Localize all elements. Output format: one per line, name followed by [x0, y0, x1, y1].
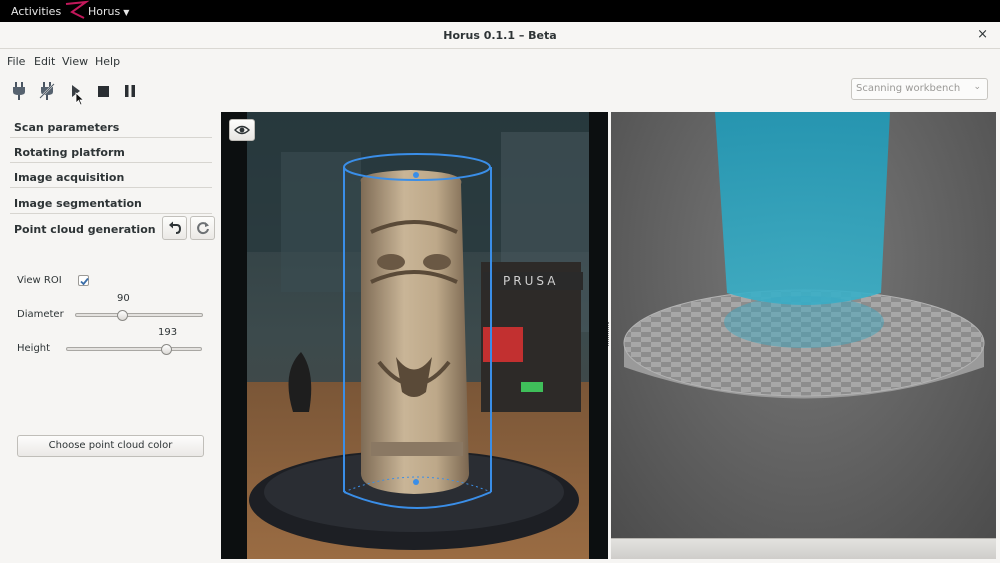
stop-icon[interactable] [93, 81, 113, 101]
undo-icon [168, 221, 181, 234]
chevron-down-icon: ⌄ [973, 82, 981, 92]
workbench-select[interactable]: Scanning workbench ⌄ [851, 78, 988, 100]
choose-point-cloud-color-button[interactable]: Choose point cloud color [17, 435, 204, 457]
logo-swoosh-icon [65, 0, 90, 19]
system-top-bar: Activities Horus ▼ [0, 0, 1000, 22]
control-panel: Scan parameters Rotating platform Image … [0, 112, 220, 563]
activities-button[interactable]: Activities [11, 5, 61, 18]
camera-image: PRUSA [221, 112, 608, 559]
view-roi-checkbox[interactable] [78, 275, 89, 286]
section-scan-parameters[interactable]: Scan parameters [10, 113, 212, 138]
menu-help[interactable]: Help [95, 55, 120, 68]
diameter-value: 90 [117, 293, 130, 304]
chevron-down-icon: ▼ [123, 8, 130, 17]
diameter-label: Diameter [17, 309, 64, 320]
menu-view[interactable]: View [62, 55, 88, 68]
close-icon[interactable]: × [977, 27, 988, 42]
menu-file[interactable]: File [7, 55, 25, 68]
connect-icon[interactable] [9, 81, 29, 101]
disconnect-icon[interactable] [37, 81, 57, 101]
app-menu-button[interactable]: Horus ▼ [88, 5, 129, 18]
horus-window: Horus 0.1.1 – Beta × File Edit View Help… [0, 22, 1000, 563]
printer-label: PRUSA [503, 274, 558, 288]
menu-edit[interactable]: Edit [34, 55, 55, 68]
diameter-slider[interactable] [75, 313, 203, 317]
3d-scene-view[interactable] [611, 112, 996, 538]
toolbar [0, 76, 1000, 106]
view-roi-label: View ROI [17, 275, 62, 286]
camera-video-feed: PRUSA [221, 112, 608, 559]
title-bar: Horus 0.1.1 – Beta × [0, 22, 1000, 49]
window-title: Horus 0.1.1 – Beta [443, 29, 557, 42]
height-slider[interactable] [66, 347, 202, 351]
pause-icon[interactable] [120, 81, 140, 101]
section-image-segmentation[interactable]: Image segmentation [10, 189, 212, 214]
undo-button[interactable] [162, 216, 187, 240]
scene-status-bar [611, 538, 996, 559]
section-image-acquisition[interactable]: Image acquisition [10, 163, 212, 188]
refresh-icon [196, 222, 209, 235]
height-value: 193 [158, 327, 178, 338]
workbench-select-value: Scanning workbench [856, 83, 961, 94]
section-point-cloud-generation[interactable]: Point cloud generation [10, 215, 158, 240]
toggle-view-button[interactable] [229, 119, 255, 141]
scene-render [623, 112, 985, 399]
section-rotating-platform[interactable]: Rotating platform [10, 138, 212, 163]
mouse-cursor-icon [75, 92, 85, 106]
eye-icon [234, 125, 250, 135]
checkmark-icon [80, 277, 89, 286]
height-label: Height [17, 343, 51, 354]
app-menu-label: Horus [88, 5, 121, 18]
height-slider-handle[interactable] [161, 344, 172, 355]
reset-button[interactable] [190, 216, 215, 240]
diameter-slider-handle[interactable] [117, 310, 128, 321]
